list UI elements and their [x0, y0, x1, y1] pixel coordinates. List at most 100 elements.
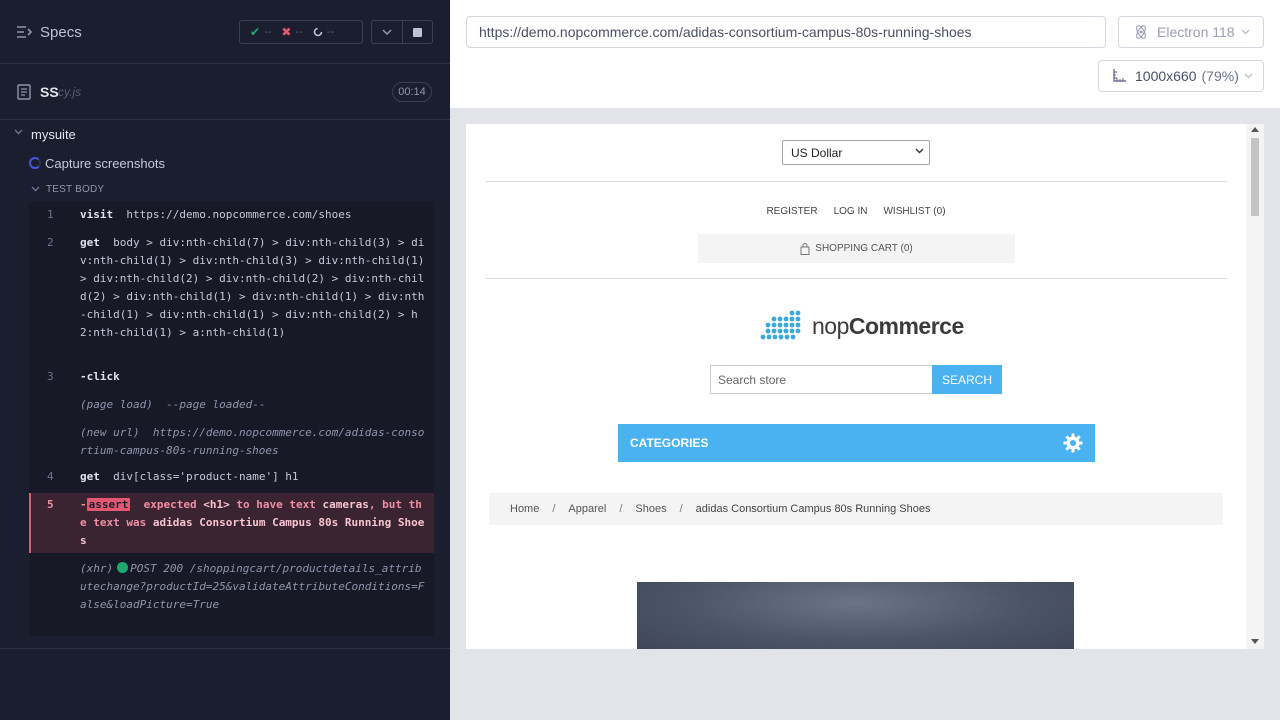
xhr-method: POST 200	[130, 562, 184, 575]
login-link[interactable]: LOG IN	[834, 206, 868, 217]
chevron-down-icon[interactable]	[31, 186, 40, 192]
scroll-thumb[interactable]	[1251, 138, 1259, 216]
command-number: 1	[47, 208, 54, 221]
duration-badge: 00:14	[392, 82, 432, 102]
scroll-up-icon[interactable]	[1251, 127, 1259, 132]
url-field[interactable]: https://demo.nopcommerce.com/adidas-cons…	[466, 16, 1106, 48]
command-row[interactable]: 3 -click	[29, 368, 434, 388]
cart-label: SHOPPING CART (0)	[815, 243, 913, 254]
breadcrumb-current: adidas Consortium Campus 80s Running Sho…	[695, 503, 931, 515]
command-message: div[class='product-name'] h1	[113, 470, 299, 483]
currency-value: US Dollar	[791, 145, 843, 160]
command-message: https://demo.nopcommerce.com/shoes	[126, 208, 352, 221]
breadcrumb-shoes[interactable]: Shoes	[635, 503, 666, 515]
command-row[interactable]: (page load) --page loaded--	[29, 396, 434, 416]
reporter-panel: Specs ✔ -- ✖ -- -- SS cy.js 00:14 mysuit…	[0, 0, 450, 720]
currency-select[interactable]: US Dollar	[782, 140, 930, 165]
browser-selector[interactable]: Electron 118	[1118, 16, 1264, 48]
test-body-label[interactable]: TEST BODY	[46, 184, 104, 195]
command-row[interactable]: 4 get div[class='product-name'] h1	[29, 468, 434, 488]
scroll-down-icon[interactable]	[1251, 639, 1259, 644]
command-name: get	[80, 236, 100, 249]
breadcrumb-apparel[interactable]: Apparel	[568, 503, 606, 515]
status-dot-icon	[117, 562, 129, 573]
event-label: (xhr)	[80, 562, 114, 575]
test-title[interactable]: Capture screenshots	[45, 156, 165, 171]
specs-list-icon[interactable]	[16, 24, 32, 40]
spec-file-name: SS	[40, 84, 59, 100]
register-link[interactable]: REGISTER	[766, 206, 817, 217]
stop-button[interactable]	[401, 21, 432, 43]
command-number: 4	[47, 470, 54, 483]
chevron-down-icon	[915, 148, 924, 154]
command-number: 5	[47, 498, 54, 511]
command-row[interactable]: 2 get body > div:nth-child(7) > div:nth-…	[29, 234, 434, 362]
divider	[486, 278, 1227, 279]
assert-text: expected	[143, 498, 197, 511]
assert-tag: assert	[86, 498, 131, 511]
viewport-scale: (79%)	[1201, 68, 1239, 84]
command-row-failed[interactable]: 5 - assert expected <h1> to have text cam…	[29, 493, 434, 553]
store-logo[interactable]: nopCommerce	[760, 310, 964, 342]
command-message: --page loaded--	[166, 398, 266, 411]
search-input[interactable]: Search store	[710, 365, 933, 394]
categories-label: CATEGORIES	[630, 436, 709, 450]
command-log: 1 visit https://demo.nopcommerce.com/sho…	[29, 202, 434, 636]
command-name: get	[80, 470, 100, 483]
shopping-cart-link[interactable]: SHOPPING CART (0)	[698, 234, 1015, 263]
command-row[interactable]: (new url) https://demo.nopcommerce.com/a…	[29, 424, 434, 462]
wishlist-link[interactable]: WISHLIST (0)	[883, 206, 945, 217]
electron-icon	[1136, 25, 1146, 39]
event-label: (new url)	[80, 426, 140, 439]
product-image[interactable]	[637, 582, 1074, 649]
passed-stat: ✔ --	[250, 25, 271, 39]
stats-box: ✔ -- ✖ -- --	[239, 20, 363, 44]
breadcrumb-separator: /	[619, 503, 623, 515]
gear-icon	[1063, 433, 1083, 453]
cross-icon: ✖	[281, 25, 292, 39]
search-button[interactable]: SEARCH	[932, 365, 1002, 394]
nopcommerce-logo-icon	[760, 310, 801, 340]
specs-title[interactable]: Specs	[40, 24, 82, 41]
divider	[486, 181, 1227, 182]
event-label: (page load)	[80, 398, 153, 411]
shopping-bag-icon	[800, 242, 810, 255]
command-row[interactable]: 1 visit https://demo.nopcommerce.com/sho…	[29, 206, 434, 226]
check-icon: ✔	[250, 25, 261, 39]
command-message: body > div:nth-child(7) > div:nth-child(…	[80, 236, 425, 339]
assert-expected: cameras	[322, 498, 369, 511]
aut-iframe: US Dollar REGISTER LOG IN WISHLIST (0) S…	[466, 124, 1264, 649]
categories-menu[interactable]: CATEGORIES	[618, 424, 1095, 462]
command-name: visit	[80, 208, 114, 221]
suite-title[interactable]: mysuite	[31, 127, 76, 142]
assert-text: to have text	[236, 498, 316, 511]
file-icon	[17, 84, 31, 100]
divider	[0, 648, 450, 649]
command-row[interactable]: (xhr) POST 200 /shoppingcart/productdetai…	[29, 560, 434, 634]
spec-file-ext: cy.js	[58, 85, 82, 99]
scrollbar[interactable]	[1246, 124, 1264, 649]
assert-prefix: -	[80, 498, 87, 511]
breadcrumb: Home / Apparel / Shoes / adidas Consorti…	[489, 493, 1223, 525]
breadcrumb-home[interactable]: Home	[510, 503, 539, 515]
browser-label: Electron 118	[1157, 24, 1235, 40]
app-under-test-panel: https://demo.nopcommerce.com/adidas-cons…	[450, 0, 1280, 720]
pending-count: --	[326, 26, 335, 38]
logo-text-bold: Commerce	[848, 312, 964, 339]
command-number: 2	[47, 236, 54, 249]
aut-header: https://demo.nopcommerce.com/adidas-cons…	[450, 0, 1280, 108]
viewport-selector[interactable]: 1000x660 (79%)	[1098, 60, 1264, 92]
chevron-down-icon	[382, 29, 392, 35]
chevron-down-icon	[1241, 29, 1250, 35]
breadcrumb-separator: /	[679, 503, 683, 515]
chevron-down-icon	[1244, 73, 1253, 79]
run-controls	[371, 20, 433, 44]
failed-stat: ✖ --	[281, 25, 302, 39]
pending-icon	[313, 27, 323, 37]
chevron-down-button[interactable]	[372, 21, 402, 43]
chevron-down-icon[interactable]	[14, 129, 23, 135]
viewport-size: 1000x660	[1135, 68, 1197, 84]
command-number: 3	[47, 370, 54, 383]
passed-count: --	[264, 26, 272, 38]
command-name: -click	[80, 370, 120, 383]
